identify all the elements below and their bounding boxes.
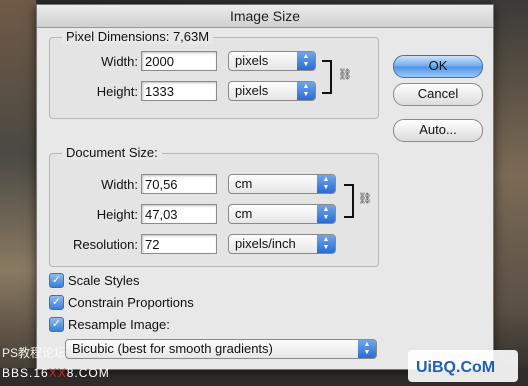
background-photo-right xyxy=(490,0,528,386)
document-link-bracket xyxy=(344,184,354,218)
pixel-width-label: Width: xyxy=(101,53,138,69)
stepper-arrows-icon: ▲ ▼ xyxy=(358,340,376,358)
pixel-link-bracket xyxy=(322,60,332,94)
watermark-url: BBS.16XX8.COM xyxy=(2,366,110,380)
doc-width-label: Width: xyxy=(101,176,138,192)
chain-link-icon: ⛓ xyxy=(338,69,352,81)
resample-image-checkbox[interactable]: ✓ Resample Image: xyxy=(49,317,170,332)
resample-method-select[interactable]: Bicubic (best for smooth gradients) ▲ ▼ xyxy=(65,339,377,359)
site-logo: UiBQ.CoM xyxy=(408,350,518,382)
svg-text:UiBQ.CoM: UiBQ.CoM xyxy=(416,359,495,376)
doc-height-unit-select[interactable]: cm ▲ ▼ xyxy=(228,204,336,224)
document-size-title: Document Size: xyxy=(62,145,162,160)
ok-button[interactable]: OK xyxy=(393,55,483,78)
pixel-width-unit-select[interactable]: pixels ▲ ▼ xyxy=(228,51,316,71)
background-photo-left xyxy=(0,0,36,386)
watermark-text-cn: PS教程论坛 xyxy=(2,346,67,360)
resolution-field[interactable]: 72 xyxy=(141,234,217,254)
checkmark-icon: ✓ xyxy=(49,273,64,288)
doc-width-unit-select[interactable]: cm ▲ ▼ xyxy=(228,174,336,194)
scale-styles-checkbox[interactable]: ✓ Scale Styles xyxy=(49,273,140,288)
stepper-arrows-icon: ▲ ▼ xyxy=(317,175,335,193)
auto-button[interactable]: Auto... xyxy=(393,119,483,142)
stepper-arrows-icon: ▲ ▼ xyxy=(317,235,335,253)
dialog-title: Image Size xyxy=(37,5,493,28)
doc-height-label: Height: xyxy=(96,206,138,222)
document-size-group: Document Size: Width: 70,56 cm ▲ ▼ Height… xyxy=(49,145,379,267)
checkmark-icon: ✓ xyxy=(49,317,64,332)
checkmark-icon: ✓ xyxy=(49,295,64,310)
image-size-dialog: Image Size Pixel Dimensions: 7,63M Width… xyxy=(36,4,494,370)
pixel-dimensions-title: Pixel Dimensions: 7,63M xyxy=(62,29,214,44)
doc-height-field[interactable]: 47,03 xyxy=(141,204,217,224)
doc-width-field[interactable]: 70,56 xyxy=(141,174,217,194)
pixel-dimensions-size: 7,63M xyxy=(172,29,210,44)
resolution-unit-select[interactable]: pixels/inch ▲ ▼ xyxy=(228,234,336,254)
pixel-height-label: Height: xyxy=(96,83,138,99)
resolution-label: Resolution: xyxy=(72,236,138,252)
pixel-width-field[interactable]: 2000 xyxy=(141,51,217,71)
cancel-button[interactable]: Cancel xyxy=(393,83,483,106)
pixel-height-field[interactable]: 1333 xyxy=(141,81,217,101)
stepper-arrows-icon: ▲ ▼ xyxy=(297,52,315,70)
stepper-arrows-icon: ▲ ▼ xyxy=(297,82,315,100)
pixel-dimensions-group: Pixel Dimensions: 7,63M Width: 2000 pixe… xyxy=(49,29,379,119)
constrain-proportions-checkbox[interactable]: ✓ Constrain Proportions xyxy=(49,295,194,310)
stepper-arrows-icon: ▲ ▼ xyxy=(317,205,335,223)
pixel-height-unit-select[interactable]: pixels ▲ ▼ xyxy=(228,81,316,101)
chain-link-icon: ⛓ xyxy=(358,193,372,205)
